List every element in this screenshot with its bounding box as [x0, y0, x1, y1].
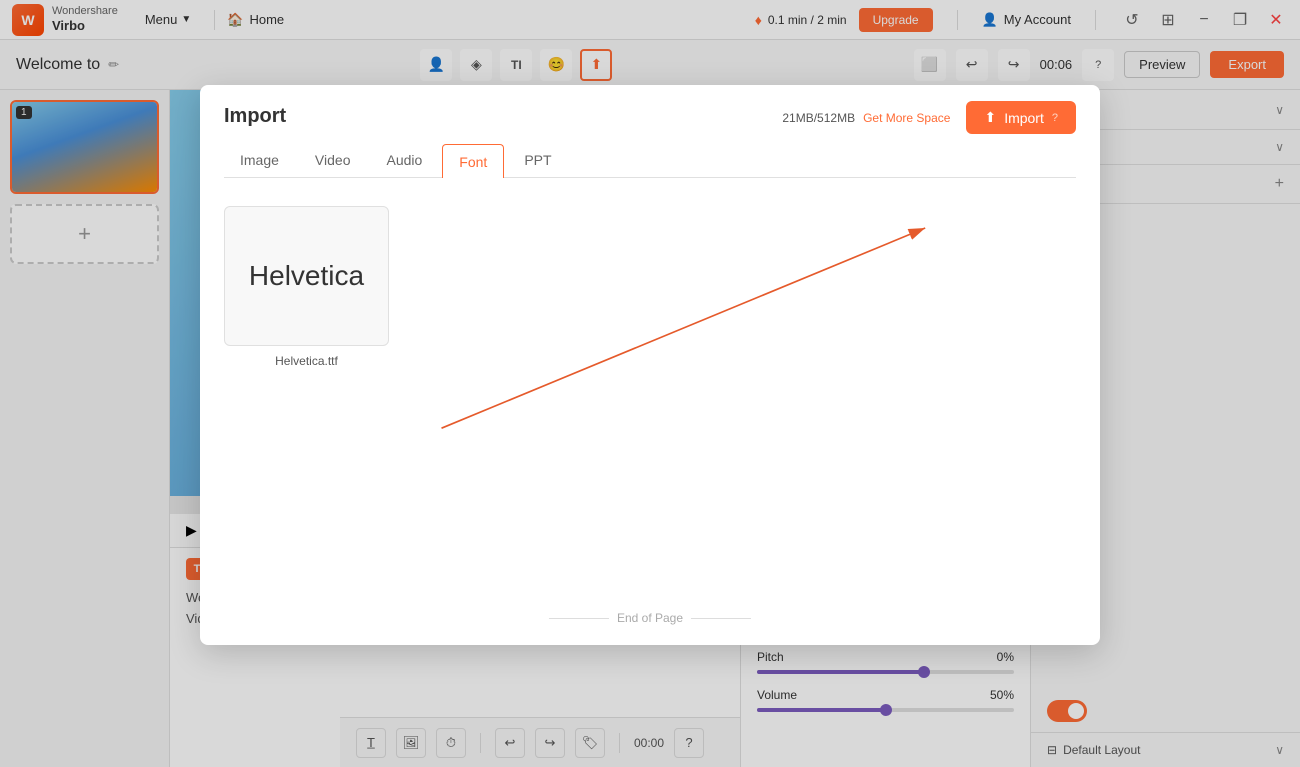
font-item-helvetica[interactable]: Helvetica Helvetica.ttf [224, 206, 389, 368]
font-filename-helvetica: Helvetica.ttf [275, 354, 338, 368]
modal-overlay: Import 21MB/512MB Get More Space ⬆ Impor… [0, 0, 1300, 767]
end-line-right [691, 618, 751, 619]
tab-video[interactable]: Video [299, 144, 367, 178]
font-grid: Helvetica Helvetica.ttf [224, 198, 1076, 368]
get-more-link[interactable]: Get More Space [863, 111, 950, 125]
storage-info: 21MB/512MB Get More Space [782, 111, 950, 125]
modal-body: Helvetica Helvetica.ttf End of Page [200, 178, 1100, 645]
tab-ppt[interactable]: PPT [508, 144, 567, 178]
question-icon-modal: ? [1052, 112, 1058, 124]
import-modal: Import 21MB/512MB Get More Space ⬆ Impor… [200, 85, 1100, 645]
tab-image[interactable]: Image [224, 144, 295, 178]
font-card-helvetica[interactable]: Helvetica [224, 206, 389, 346]
upload-icon-modal: ⬆ [984, 109, 996, 126]
end-of-page: End of Page [549, 611, 751, 625]
end-line-left [549, 618, 609, 619]
storage-text: 21MB/512MB [782, 111, 855, 125]
tab-font[interactable]: Font [442, 144, 504, 178]
modal-header: Import 21MB/512MB Get More Space ⬆ Impor… [200, 85, 1100, 178]
tab-audio[interactable]: Audio [370, 144, 438, 178]
font-preview-helvetica: Helvetica [249, 260, 364, 292]
modal-tabs: Image Video Audio Font PPT [224, 144, 1076, 178]
import-button[interactable]: ⬆ Import ? [966, 101, 1076, 134]
